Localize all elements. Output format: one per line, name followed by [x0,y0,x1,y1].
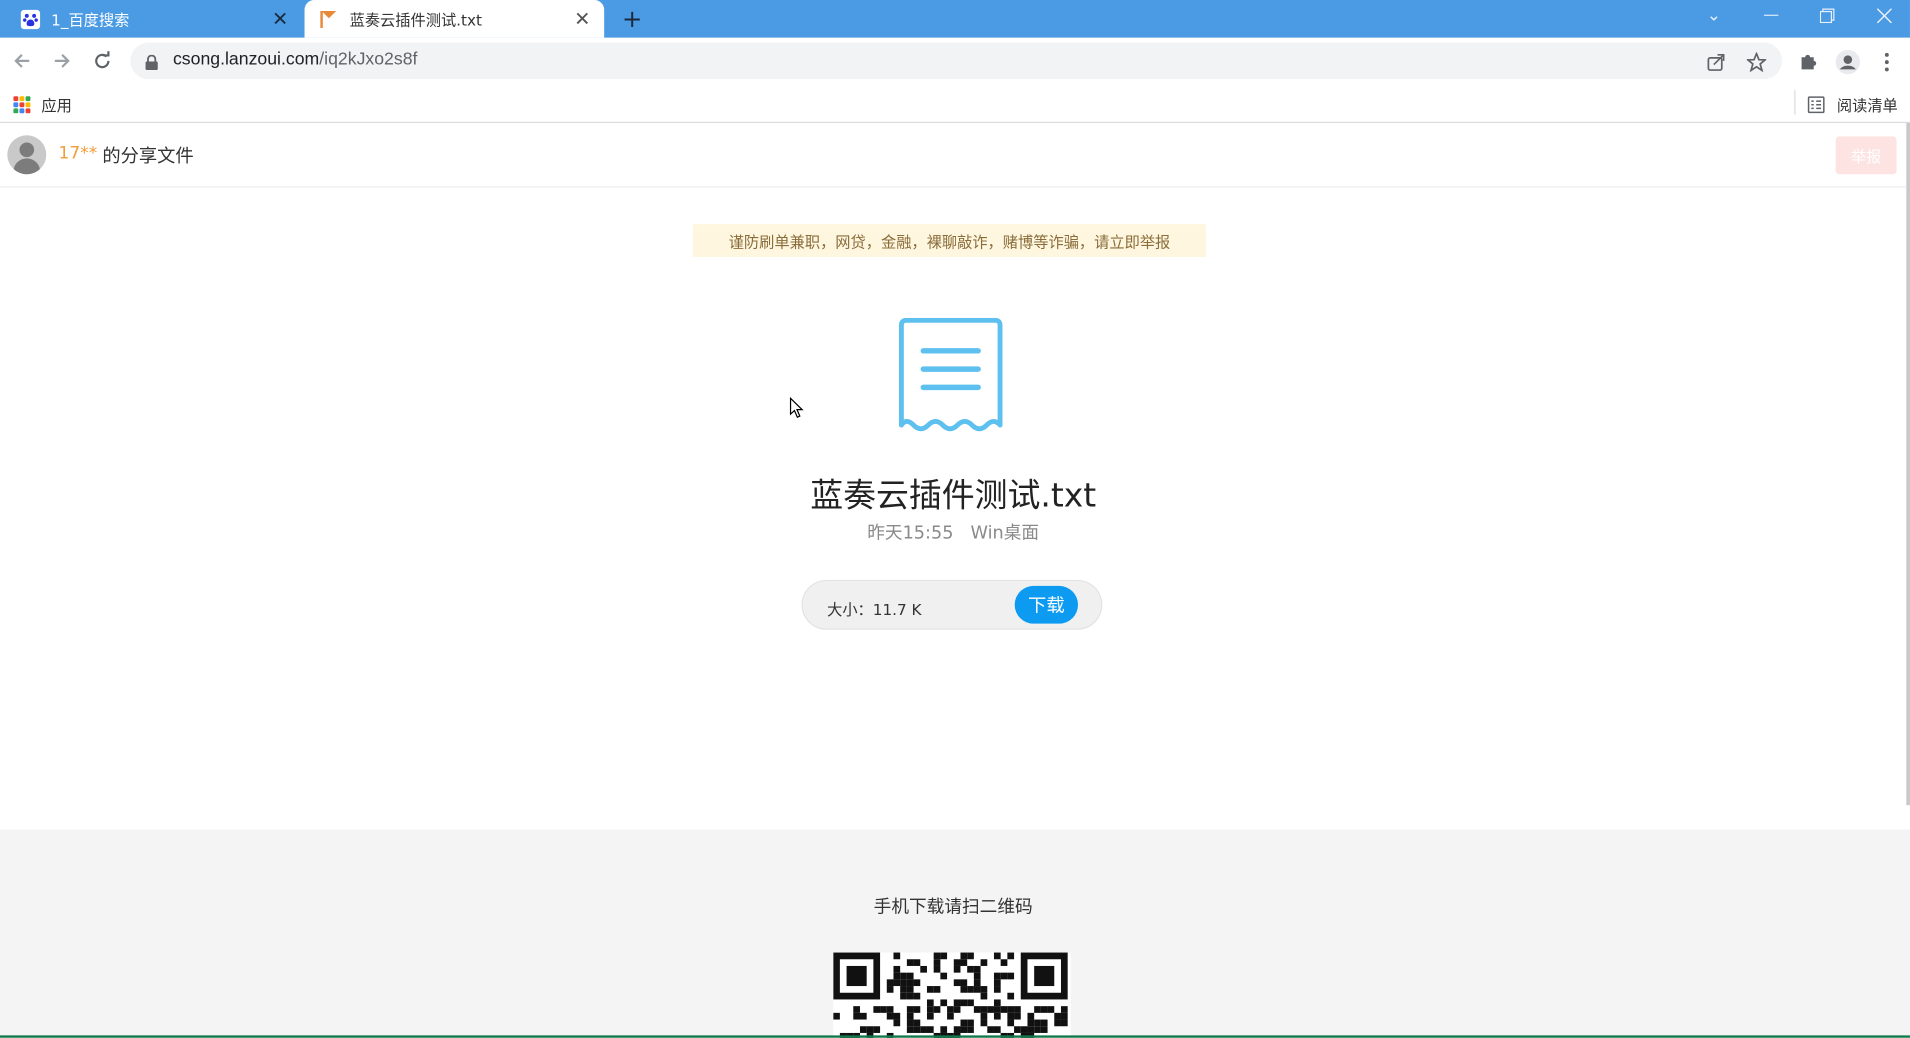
apps-shortcut[interactable]: 应用 [13,93,72,116]
bottom-border [0,1035,1910,1038]
qr-footer: 手机下载请扫二维码 [0,829,1910,1038]
url-host: csong.lanzoui.com [172,49,320,70]
tab-baidu-search[interactable]: 1_百度搜索 ✕ [0,0,302,38]
browser-toolbar: csong.lanzoui.com/iq2kJxo2s8f [0,37,1910,85]
mouse-cursor-icon [789,396,804,424]
uploader-name[interactable]: 17** [58,144,97,163]
lock-icon[interactable] [145,52,158,75]
download-box: 大小：11.7 K 下载 [801,579,1103,630]
uploader-header: 17** 的分享文件 举报 [0,123,1907,188]
share-icon[interactable] [1705,51,1727,73]
divider [1794,90,1796,115]
file-folder: Win桌面 [970,523,1040,544]
file-time: 昨天15:55 [867,523,954,544]
reading-list-icon [1807,95,1825,113]
close-tab-icon[interactable]: ✕ [270,9,289,28]
restore-icon[interactable] [1799,0,1855,32]
file-name: 蓝奏云插件测试.txt [810,477,1097,516]
more-menu-icon[interactable] [1875,50,1899,74]
apps-grid-icon [13,95,31,113]
extensions-puzzle-icon[interactable] [1795,50,1819,74]
tab-lanzou-file[interactable]: 蓝奏云插件测试.txt ✕ [304,0,605,38]
text-file-icon [897,317,1005,434]
download-button[interactable]: 下载 [1014,585,1079,624]
tab-title: 蓝奏云插件测试.txt [349,10,482,30]
page-content: 17** 的分享文件 举报 谨防刷单兼职，网贷，金融，裸聊敲诈，赌博等诈骗，请立… [0,123,1910,1038]
address-bar[interactable]: csong.lanzoui.com/iq2kJxo2s8f [130,42,1783,80]
report-button[interactable]: 举报 [1835,136,1897,175]
reading-list-label: 阅读清单 [1836,96,1898,115]
tab-title: 1_百度搜索 [51,10,130,30]
file-size: 大小：11.7 K [827,600,922,619]
apps-label: 应用 [41,96,72,115]
share-label: 的分享文件 [102,144,194,167]
bookmarks-bar: 应用 阅读清单 [0,84,1910,124]
url-text: csong.lanzoui.com/iq2kJxo2s8f [173,50,417,69]
profile-avatar-icon[interactable] [1835,49,1861,75]
reload-icon[interactable] [89,48,116,75]
back-icon[interactable] [9,48,36,75]
new-tab-button[interactable]: + [619,5,646,32]
tab-strip: 1_百度搜索 ✕ 蓝奏云插件测试.txt ✕ + ⌄ [0,0,1910,38]
qr-code [833,952,1071,1038]
url-path: /iq2kJxo2s8f [319,49,418,70]
forward-icon[interactable] [49,48,76,75]
file-meta: 昨天15:55 Win桌面 [0,519,1906,545]
qr-label: 手机下载请扫二维码 [873,897,1033,918]
reading-list-button[interactable]: 阅读清单 [1807,93,1898,116]
close-tab-icon[interactable]: ✕ [573,9,592,28]
fraud-warning-banner: 谨防刷单兼职，网贷，金融，裸聊敲诈，赌博等诈骗，请立即举报 [693,224,1206,258]
tab-search-icon[interactable]: ⌄ [1686,0,1742,32]
lanzou-flag-icon [319,9,338,28]
bookmark-star-icon[interactable] [1746,51,1768,73]
scrollbar[interactable] [1906,123,1910,806]
close-window-icon[interactable] [1856,0,1910,32]
avatar [7,135,47,175]
minimize-icon[interactable] [1743,0,1799,32]
baidu-paw-icon [20,9,41,29]
